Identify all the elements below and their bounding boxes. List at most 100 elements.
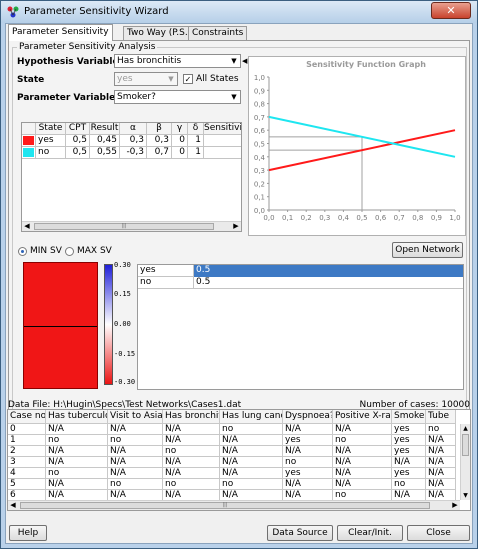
column-header[interactable]: α: [120, 123, 147, 135]
column-header[interactable]: δ: [188, 123, 204, 135]
case-cell: N/A: [46, 457, 108, 468]
state-cell: yes: [36, 135, 66, 147]
case-cell: no: [108, 479, 163, 490]
case-cell: N/A: [108, 424, 163, 435]
scroll-right-icon[interactable]: ▶: [450, 501, 460, 510]
case-cell: N/A: [108, 468, 163, 479]
case-cell: 2: [8, 446, 46, 457]
column-header[interactable]: Case no.: [8, 410, 46, 424]
case-cell: N/A: [333, 424, 392, 435]
table-row[interactable]: yes 0.5: [138, 265, 463, 277]
open-network-button[interactable]: Open Network: [392, 242, 463, 258]
window-close-button[interactable]: ✕: [431, 2, 471, 19]
scroll-left-icon[interactable]: ◀: [22, 222, 32, 231]
case-cell: 5: [8, 479, 46, 490]
state-select[interactable]: yes ▼: [114, 72, 178, 86]
case-cell: 1: [8, 435, 46, 446]
swatch-fill: [23, 148, 34, 157]
case-cell: N/A: [108, 446, 163, 457]
analysis-group: Parameter Sensitivity Analysis Hypothesi…: [12, 42, 467, 410]
table-row[interactable]: no 0,5 0,55 -0,3 0,7 0 1: [22, 147, 241, 159]
case-cell: N/A: [46, 424, 108, 435]
tab-constraints[interactable]: Constraints: [188, 26, 248, 40]
column-header[interactable]: Has lung cancer: [220, 410, 283, 424]
case-cell: N/A: [426, 435, 456, 446]
min-sv-radio[interactable]: [18, 247, 27, 256]
column-header[interactable]: Result: [90, 123, 120, 135]
tab-parameter-sensitivity[interactable]: Parameter Sensitivity: [8, 24, 113, 41]
column-header[interactable]: Has tuberculosis: [46, 410, 108, 424]
panel-expand-icon[interactable]: ◀: [242, 57, 247, 65]
table-row[interactable]: yes 0,5 0,45 0,3 0,3 0 1: [22, 135, 241, 147]
max-sv-radio[interactable]: [65, 247, 74, 256]
column-header[interactable]: Dyspnoea?: [283, 410, 333, 424]
column-header[interactable]: Smoker?: [392, 410, 426, 424]
case-cell: no: [426, 424, 456, 435]
scroll-thumb[interactable]: |||: [20, 502, 430, 509]
scroll-up-icon[interactable]: ▲: [461, 424, 470, 433]
all-states-checkbox[interactable]: ✓: [183, 74, 193, 84]
parameter-variable-label: Parameter Variable: [17, 93, 116, 103]
scroll-down-icon[interactable]: ▼: [461, 491, 470, 500]
case-cell: N/A: [220, 468, 283, 479]
alpha-cell: 0,3: [120, 135, 147, 147]
column-header[interactable]: Positive X-ray?: [333, 410, 392, 424]
tab-panel-parameter-sensitivity: Parameter Sensitivity Analysis Hypothesi…: [8, 40, 470, 414]
data-source-button[interactable]: Data Source: [267, 525, 333, 541]
graph-title: Sensitivity Function Graph: [306, 60, 426, 69]
sv-table: yes 0.5 no 0.5: [137, 264, 464, 390]
hypothesis-select[interactable]: Has bronchitis ▼: [114, 54, 241, 68]
colorbar-tick: 0.00: [114, 320, 131, 328]
sv-value-cell[interactable]: 0.5: [194, 265, 463, 277]
y-tick-label: 0,9: [254, 87, 265, 95]
case-cell: N/A: [283, 424, 333, 435]
column-header[interactable]: γ: [172, 123, 188, 135]
x-tick-label: 0,7: [394, 214, 405, 222]
dialog-body: Parameter Sensitivity Two Way (P.S.) Con…: [5, 23, 473, 544]
gamma-cell: 0: [172, 147, 188, 159]
parameter-variable-select[interactable]: Smoker? ▼: [114, 90, 241, 104]
column-header[interactable]: Has bronchitis: [163, 410, 220, 424]
column-header[interactable]: Visit to Asia?: [108, 410, 163, 424]
help-button[interactable]: Help: [9, 525, 47, 541]
scroll-left-icon[interactable]: ◀: [8, 501, 18, 510]
case-cell: no: [220, 424, 283, 435]
close-button[interactable]: Close: [407, 525, 470, 541]
case-cell: N/A: [333, 446, 392, 457]
column-header[interactable]: [22, 123, 36, 135]
case-cell: no: [283, 457, 333, 468]
hypothesis-value: Has bronchitis: [117, 56, 182, 66]
scroll-thumb[interactable]: [462, 434, 469, 456]
x-tick-label: 0,8: [412, 214, 423, 222]
sensitivity-cell: [204, 135, 241, 147]
case-cell: N/A: [392, 457, 426, 468]
sv-color-map: [23, 262, 98, 389]
case-table-vscrollbar[interactable]: ▲ ▼: [460, 424, 470, 500]
state-cell: no: [36, 147, 66, 159]
column-header[interactable]: Sensitivity: [204, 123, 241, 135]
column-header[interactable]: CPT: [66, 123, 90, 135]
case-cell: N/A: [46, 479, 108, 490]
case-cell: N/A: [108, 457, 163, 468]
scroll-thumb[interactable]: |||: [34, 223, 214, 230]
clear-init-button[interactable]: Clear/Init.: [337, 525, 403, 541]
x-tick-label: 0,4: [338, 214, 350, 222]
state-value: yes: [117, 74, 133, 84]
table-row[interactable]: no 0.5: [138, 277, 463, 289]
column-header[interactable]: β: [147, 123, 172, 135]
sv-value-cell[interactable]: 0.5: [194, 277, 463, 289]
window-title: Parameter Sensitivity Wizard: [24, 6, 169, 17]
case-cell: yes: [392, 468, 426, 479]
y-tick-label: 0,2: [254, 180, 265, 188]
parameter-table-hscrollbar[interactable]: ◀ ||| ▶: [22, 221, 241, 231]
column-header[interactable]: Tube: [426, 410, 456, 424]
colorbar-tick: 0.30: [114, 261, 131, 269]
scroll-right-icon[interactable]: ▶: [231, 222, 241, 231]
parameter-table-header: State CPT Result α β γ δ Sensitivity: [22, 123, 241, 135]
state-color-swatch: [22, 147, 36, 159]
y-tick-label: 0,3: [254, 167, 265, 175]
tab-two-way[interactable]: Two Way (P.S.): [123, 26, 196, 40]
column-header[interactable]: State: [36, 123, 66, 135]
case-table-hscrollbar[interactable]: ◀ ||| ▶: [8, 500, 460, 510]
case-cell: no: [163, 479, 220, 490]
